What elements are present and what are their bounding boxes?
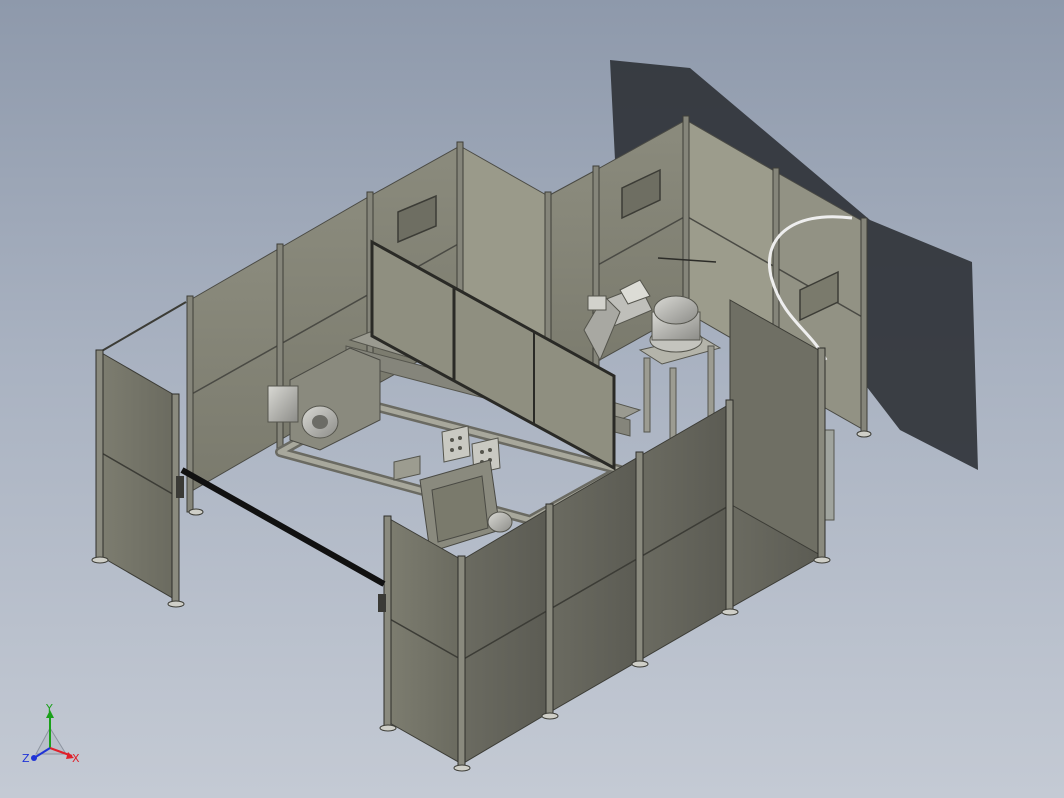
cad-model-view[interactable]: Y X Z [0,0,1064,798]
panel-top-rail [99,301,187,353]
y-axis-label: Y [45,702,53,715]
fixture-block [393,455,421,481]
axis-triad[interactable]: Y X Z [22,702,80,765]
light-curtain-emitter [176,476,184,498]
fence-panel-front-1 [461,507,551,765]
light-curtain-receiver [378,594,386,612]
z-arrow-head [31,755,37,761]
tailstock-chuck [487,511,513,533]
fixture-plate [441,425,471,463]
faceplate-hub [312,415,328,429]
z-axis-label: Z [22,752,30,765]
light-curtain [180,467,386,587]
x-axis-label: X [72,752,80,765]
fence-panel-front-corner [387,517,463,765]
cad-viewport[interactable]: Y X Z [0,0,1064,798]
motor-housing [267,385,299,423]
fence-panel-left-1 [99,351,177,601]
